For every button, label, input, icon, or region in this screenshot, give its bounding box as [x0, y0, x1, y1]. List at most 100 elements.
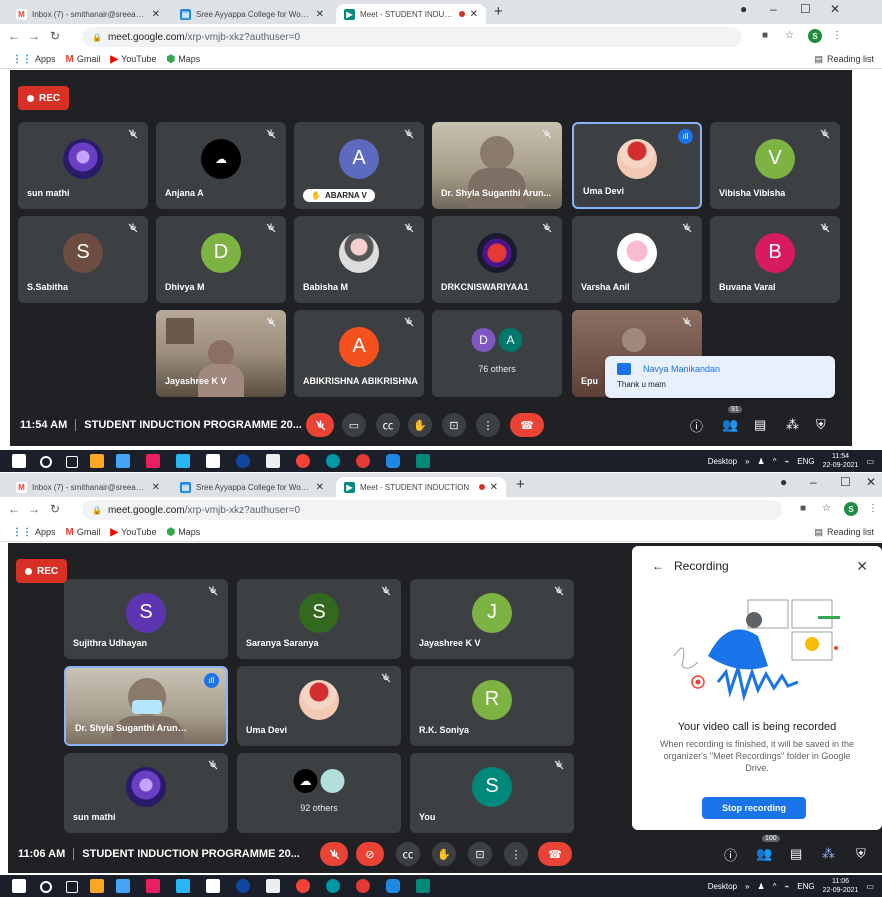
- tab-classroom[interactable]: ▤ Sree Ayyappa College for Women ✕: [172, 4, 332, 24]
- file-explorer-icon[interactable]: [90, 454, 104, 468]
- network-icon[interactable]: ⌁: [784, 457, 789, 466]
- host-controls-icon[interactable]: ⛨: [816, 417, 826, 433]
- tray-chevron-icon[interactable]: ^: [773, 882, 777, 891]
- close-tab-icon[interactable]: ✕: [470, 9, 478, 20]
- chat-notification[interactable]: Navya Manikandan Thank u mam: [605, 356, 835, 398]
- participant-tile[interactable]: R R.K. Soniya: [410, 666, 574, 746]
- close-tab-icon[interactable]: ✕: [316, 482, 324, 493]
- participant-tile[interactable]: DRKCNISWARIYAA1: [432, 216, 562, 303]
- participant-tile-speaking[interactable]: ıll Dr. Shyla Suganthi Arundhathi: [64, 666, 228, 746]
- store-icon[interactable]: [116, 454, 130, 468]
- activities-icon[interactable]: ⁂: [822, 846, 835, 862]
- participant-tile[interactable]: D Dhivya M: [156, 216, 286, 303]
- reload-icon[interactable]: ↻: [50, 29, 60, 43]
- star-icon[interactable]: ☆: [822, 503, 831, 514]
- close-tab-icon[interactable]: ✕: [152, 482, 160, 493]
- raise-hand-button[interactable]: ✋: [432, 842, 456, 866]
- app-icon[interactable]: [146, 454, 160, 468]
- file-icon[interactable]: [266, 454, 280, 468]
- back-arrow-icon[interactable]: ←: [652, 559, 664, 573]
- file-icon[interactable]: [266, 879, 280, 893]
- people-icon[interactable]: ♟: [758, 882, 765, 891]
- back-icon[interactable]: ←: [8, 29, 20, 43]
- search-icon[interactable]: [40, 456, 52, 468]
- participant-tile[interactable]: sun mathi: [18, 122, 148, 209]
- edge-icon[interactable]: [236, 454, 250, 468]
- bookmark-youtube[interactable]: ▶ YouTube: [110, 54, 156, 65]
- minimize-icon[interactable]: –: [770, 2, 777, 16]
- meet-taskbar-icon[interactable]: [416, 454, 430, 468]
- url-field[interactable]: 🔒 meet.google.com/xrp-vmjb-xkz?authuser=…: [82, 27, 742, 47]
- close-panel-icon[interactable]: ✕: [856, 558, 868, 575]
- bookmark-youtube[interactable]: ▶ YouTube: [110, 527, 156, 538]
- host-controls-icon[interactable]: ⛨: [856, 846, 866, 862]
- tray-chevron-icon[interactable]: ^: [773, 457, 777, 466]
- menu-icon[interactable]: ⋮: [868, 503, 878, 514]
- participant-tile[interactable]: V Vibisha Vibisha: [710, 122, 840, 209]
- participant-tile[interactable]: Babisha M: [294, 216, 424, 303]
- app-icon[interactable]: [146, 879, 160, 893]
- taskbar-clock[interactable]: 11:54 22-09-2021: [823, 452, 859, 470]
- more-options-button[interactable]: ⋮: [476, 413, 500, 437]
- chevron-icon[interactable]: »: [745, 882, 749, 891]
- minimize-icon[interactable]: –: [810, 475, 817, 489]
- others-tile[interactable]: ☁ 92 others: [237, 753, 401, 833]
- notifications-icon[interactable]: ▭: [866, 457, 874, 466]
- windows-start-icon[interactable]: [12, 879, 26, 893]
- chat-icon[interactable]: ▤: [790, 846, 802, 862]
- close-tab-icon[interactable]: ✕: [316, 9, 324, 20]
- profile-avatar[interactable]: S: [808, 29, 822, 43]
- app-icon[interactable]: [326, 879, 340, 893]
- participant-tile[interactable]: Dr. Shyla Suganthi Arun...: [432, 122, 562, 209]
- leave-call-button[interactable]: ☎: [510, 413, 544, 437]
- opera-icon[interactable]: [356, 454, 370, 468]
- desktop-label[interactable]: Desktop: [708, 457, 737, 466]
- store-icon[interactable]: [116, 879, 130, 893]
- others-tile[interactable]: D A 76 others: [432, 310, 562, 397]
- participant-tile[interactable]: ☁ Anjana A: [156, 122, 286, 209]
- captions-button[interactable]: ㏄: [376, 413, 400, 437]
- raise-hand-button[interactable]: ✋: [408, 413, 432, 437]
- participant-tile[interactable]: B Buvana Varal: [710, 216, 840, 303]
- tab-gmail[interactable]: M Inbox (7) - smithanair@sreeayyappa ✕: [8, 4, 168, 24]
- participant-tile[interactable]: S Saranya Saranya: [237, 579, 401, 659]
- camera-toggle-button[interactable]: ⊘: [356, 842, 384, 866]
- chat-icon[interactable]: ▤: [754, 417, 766, 433]
- account-icon[interactable]: ●: [780, 475, 787, 489]
- close-window-icon[interactable]: ✕: [830, 2, 840, 16]
- captions-button[interactable]: ㏄: [396, 842, 420, 866]
- language-indicator[interactable]: ENG: [797, 882, 814, 891]
- tab-gmail[interactable]: M Inbox (7) - smithanair@sreeayyapp ✕: [8, 477, 168, 497]
- profile-avatar[interactable]: S: [844, 502, 858, 516]
- maximize-icon[interactable]: ☐: [800, 2, 811, 16]
- new-tab-icon[interactable]: +: [516, 476, 525, 493]
- camera-icon[interactable]: ■: [762, 30, 768, 41]
- edge-icon[interactable]: [236, 879, 250, 893]
- tab-meet[interactable]: ▶ Meet - STUDENT INDUCTION ✕: [336, 4, 486, 24]
- participant-tile[interactable]: Uma Devi: [237, 666, 401, 746]
- opera-icon[interactable]: [356, 879, 370, 893]
- participant-tile[interactable]: Jayashree K V: [156, 310, 286, 397]
- account-icon[interactable]: ●: [740, 2, 747, 16]
- info-icon[interactable]: ⓘ: [690, 416, 703, 435]
- chrome-icon[interactable]: [296, 879, 310, 893]
- mail-icon[interactable]: [206, 454, 220, 468]
- participant-tile-speaking[interactable]: ıll Uma Devi: [572, 122, 702, 209]
- camera-icon[interactable]: ■: [800, 503, 806, 514]
- search-icon[interactable]: [40, 881, 52, 893]
- app-icon[interactable]: [176, 879, 190, 893]
- tab-classroom[interactable]: ▤ Sree Ayyappa College for Women ✕: [172, 477, 332, 497]
- windows-start-icon[interactable]: [12, 454, 26, 468]
- participant-tile[interactable]: A ABIKRISHNA ABIKRISHNA: [294, 310, 424, 397]
- mic-toggle-button[interactable]: [306, 413, 334, 437]
- bookmark-apps[interactable]: ⋮⋮ Apps: [12, 527, 56, 538]
- people-icon[interactable]: 👥: [756, 846, 772, 862]
- language-indicator[interactable]: ENG: [797, 457, 814, 466]
- bookmark-apps[interactable]: ⋮⋮ Apps: [12, 54, 56, 65]
- meet-taskbar-icon[interactable]: [416, 879, 430, 893]
- participant-tile[interactable]: J Jayashree K V: [410, 579, 574, 659]
- task-view-icon[interactable]: [66, 881, 78, 893]
- menu-icon[interactable]: ⋮: [832, 30, 842, 41]
- reading-list[interactable]: ▤ Reading list: [814, 527, 874, 538]
- star-icon[interactable]: ☆: [785, 30, 794, 41]
